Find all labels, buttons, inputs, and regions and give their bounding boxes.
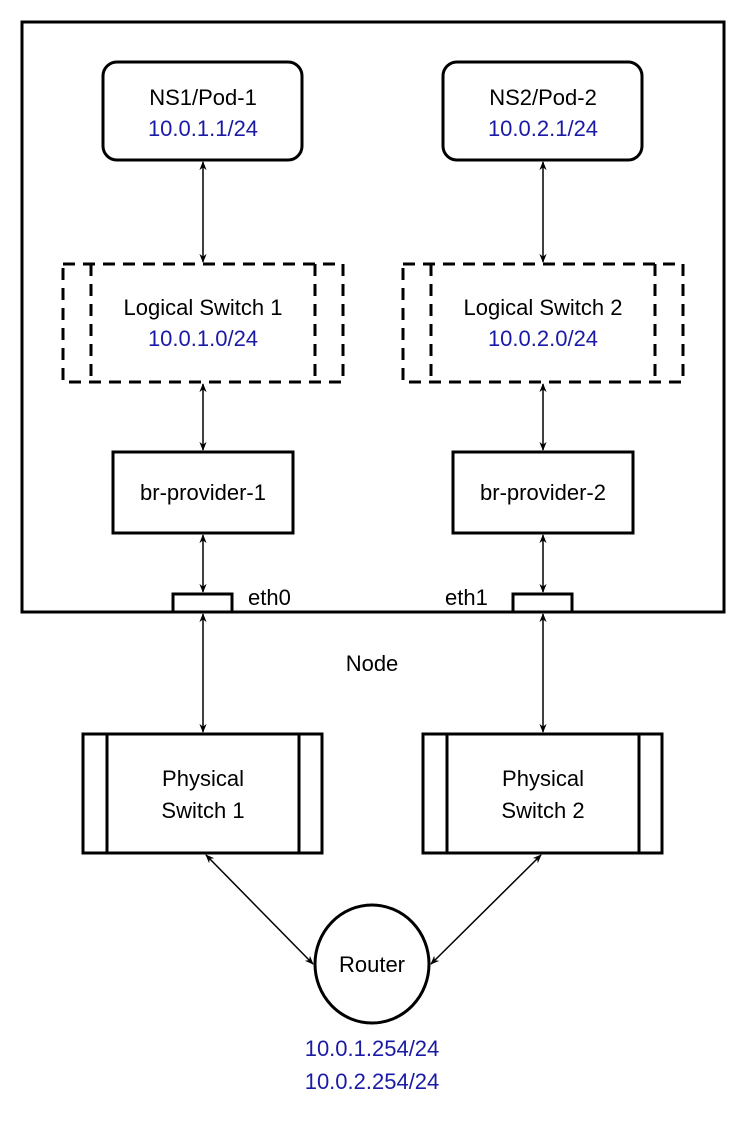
- node-label: Node: [346, 651, 399, 676]
- pod-2: NS2/Pod-2 10.0.2.1/24: [441, 60, 644, 162]
- logical-switch-1-name: Logical Switch 1: [124, 295, 283, 320]
- physical-switch-2-line1: Physical: [502, 766, 584, 791]
- logical-switch-1-subnet: 10.0.1.0/24: [148, 326, 258, 351]
- physical-switch-2: Physical Switch 2: [421, 732, 664, 855]
- br-provider-1: br-provider-1: [111, 450, 295, 535]
- router: Router 10.0.1.254/24 10.0.2.254/24: [305, 903, 440, 1094]
- network-diagram: Node NS1/Pod-1 10.0.1.1/24 NS2/Pod-2 10.…: [20, 20, 726, 1094]
- logical-switch-2-subnet: 10.0.2.0/24: [488, 326, 598, 351]
- physical-switch-1-line1: Physical: [162, 766, 244, 791]
- link-ps2-router: [430, 854, 542, 965]
- physical-switch-1-line2: Switch 1: [161, 798, 244, 823]
- pod-2-ip: 10.0.2.1/24: [488, 116, 598, 141]
- pod-1-ip: 10.0.1.1/24: [148, 116, 258, 141]
- pod-1-name: NS1/Pod-1: [149, 85, 257, 110]
- br-provider-2-name: br-provider-2: [480, 480, 606, 505]
- eth0-port: [171, 592, 234, 614]
- br-provider-2: br-provider-2: [451, 450, 635, 535]
- eth0-label: eth0: [248, 585, 291, 610]
- logical-switch-2-name: Logical Switch 2: [464, 295, 623, 320]
- pod-2-name: NS2/Pod-2: [489, 85, 597, 110]
- router-name: Router: [339, 952, 405, 977]
- router-ip-1: 10.0.1.254/24: [305, 1036, 440, 1061]
- eth1-label: eth1: [445, 585, 488, 610]
- link-ps1-router: [205, 854, 314, 965]
- physical-switch-2-line2: Switch 2: [501, 798, 584, 823]
- router-ip-2: 10.0.2.254/24: [305, 1069, 440, 1094]
- br-provider-1-name: br-provider-1: [140, 480, 266, 505]
- eth1-port: [511, 592, 574, 614]
- physical-switch-1: Physical Switch 1: [81, 732, 324, 855]
- pod-1: NS1/Pod-1 10.0.1.1/24: [101, 60, 304, 162]
